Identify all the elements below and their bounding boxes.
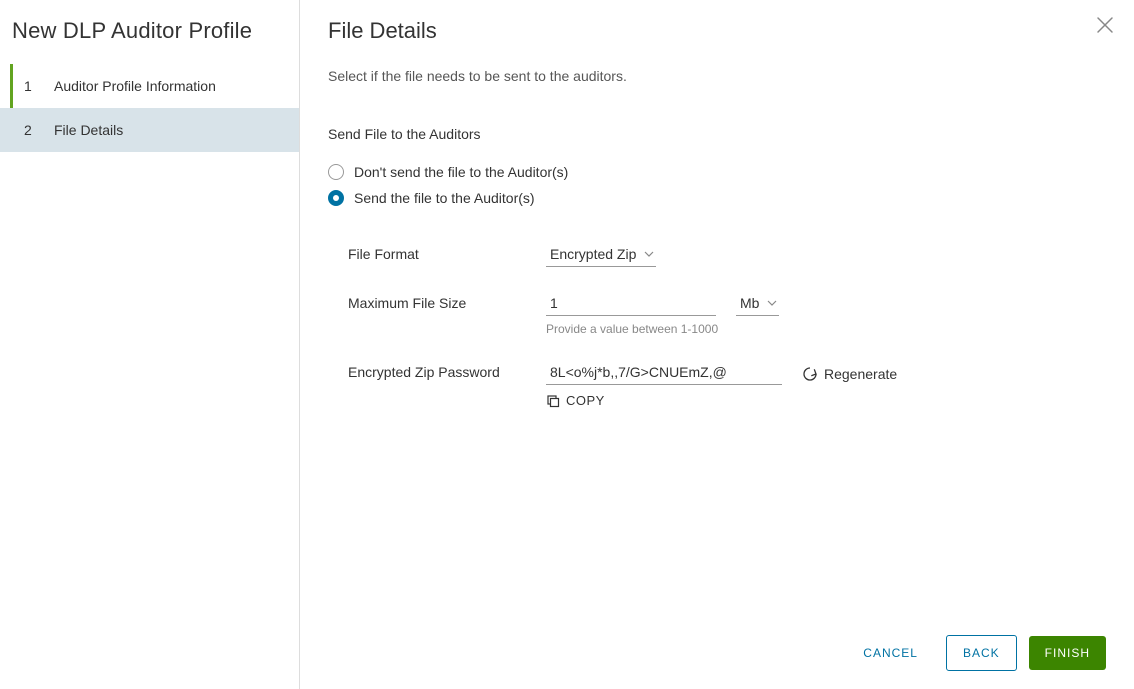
- chevron-down-icon: [644, 251, 654, 257]
- cancel-button[interactable]: CANCEL: [847, 636, 934, 670]
- main-content: File Details Select if the file needs to…: [300, 0, 1134, 689]
- copy-label: COPY: [566, 393, 605, 408]
- finish-button[interactable]: FINISH: [1029, 636, 1106, 670]
- page-subtitle: Select if the file needs to be sent to t…: [328, 68, 1106, 84]
- radio-send[interactable]: Send the file to the Auditor(s): [328, 190, 1106, 206]
- chevron-down-icon: [767, 300, 777, 306]
- refresh-icon: [802, 366, 818, 382]
- help-max-size: Provide a value between 1-1000: [546, 322, 779, 336]
- radio-label: Don't send the file to the Auditor(s): [354, 164, 568, 180]
- copy-button[interactable]: COPY: [546, 393, 897, 408]
- label-password: Encrypted Zip Password: [348, 362, 546, 380]
- label-file-format: File Format: [348, 244, 546, 262]
- label-max-size: Maximum File Size: [348, 293, 546, 311]
- row-password: Encrypted Zip Password Regenerate COPY: [348, 362, 1106, 408]
- input-password[interactable]: [546, 362, 782, 385]
- radio-label: Send the file to the Auditor(s): [354, 190, 535, 206]
- back-button[interactable]: BACK: [946, 635, 1017, 671]
- close-icon: [1096, 16, 1114, 34]
- wizard-step-1[interactable]: 1 Auditor Profile Information: [0, 64, 299, 108]
- step-number: 1: [24, 78, 44, 94]
- regenerate-label: Regenerate: [824, 366, 897, 382]
- select-value: Mb: [740, 295, 759, 311]
- wizard-title: New DLP Auditor Profile: [0, 14, 299, 64]
- radio-icon: [328, 190, 344, 206]
- row-max-size: Maximum File Size Mb Provide a value bet…: [348, 293, 1106, 336]
- page-title: File Details: [328, 18, 1106, 44]
- step-number: 2: [24, 122, 44, 138]
- wizard-sidebar: New DLP Auditor Profile 1 Auditor Profil…: [0, 0, 300, 689]
- regenerate-button[interactable]: Regenerate: [802, 366, 897, 382]
- step-label: File Details: [54, 122, 123, 138]
- footer: CANCEL BACK FINISH: [328, 617, 1106, 689]
- radio-icon: [328, 164, 344, 180]
- select-file-format[interactable]: Encrypted Zip: [546, 244, 656, 267]
- select-value: Encrypted Zip: [550, 246, 636, 262]
- row-file-format: File Format Encrypted Zip: [348, 244, 1106, 267]
- step-label: Auditor Profile Information: [54, 78, 216, 94]
- radio-dont-send[interactable]: Don't send the file to the Auditor(s): [328, 164, 1106, 180]
- input-max-size[interactable]: [546, 293, 716, 316]
- close-button[interactable]: [1096, 16, 1114, 34]
- section-heading: Send File to the Auditors: [328, 126, 1106, 142]
- wizard-step-2[interactable]: 2 File Details: [0, 108, 299, 152]
- select-size-unit[interactable]: Mb: [736, 293, 779, 316]
- copy-icon: [546, 394, 560, 408]
- form-grid: File Format Encrypted Zip Maximum File S…: [348, 244, 1106, 434]
